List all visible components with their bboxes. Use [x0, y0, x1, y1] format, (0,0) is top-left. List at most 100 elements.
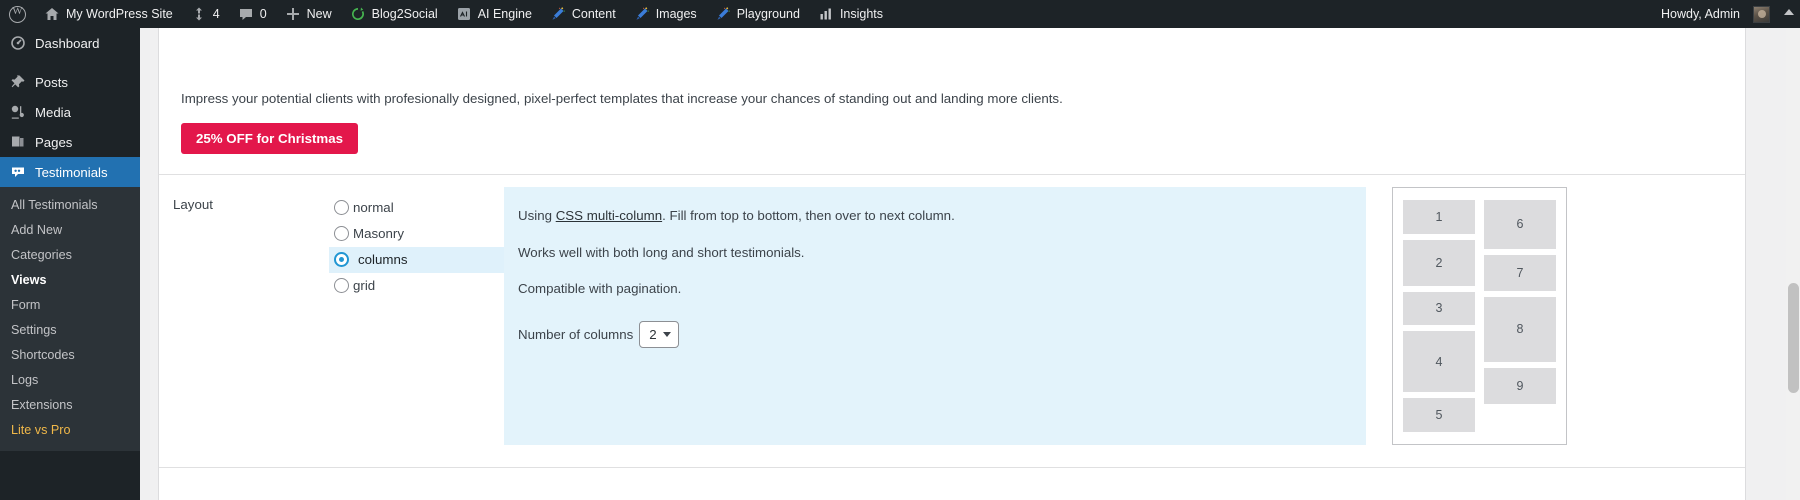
wordpress-logo-icon — [9, 6, 26, 23]
sidebar-label-posts: Posts — [35, 75, 68, 90]
insights-button[interactable]: Insights — [809, 0, 892, 28]
css-multi-column-link[interactable]: CSS multi-column — [556, 208, 662, 223]
layout-option-masonry[interactable]: Masonry — [329, 221, 504, 247]
pages-icon — [10, 134, 26, 150]
sidebar-label-pages: Pages — [35, 135, 72, 150]
content-button[interactable]: Content — [541, 0, 625, 28]
plus-icon — [285, 6, 301, 22]
submenu-logs[interactable]: Logs — [0, 368, 140, 393]
ai-engine-button[interactable]: AI Engine — [447, 0, 541, 28]
page-scrollbar[interactable] — [1786, 28, 1800, 500]
layout-preview-box: 1 2 3 4 5 6 7 8 9 — [1392, 187, 1567, 445]
comments-button[interactable]: 0 — [229, 0, 276, 28]
new-content-button[interactable]: New — [276, 0, 341, 28]
chevron-down-icon — [663, 332, 671, 337]
preview-block: 1 — [1403, 200, 1475, 234]
submenu-all-testimonials[interactable]: All Testimonials — [0, 193, 140, 218]
submenu-extensions[interactable]: Extensions — [0, 393, 140, 418]
radio-icon — [334, 278, 349, 293]
sidebar-item-posts[interactable]: Posts — [0, 67, 140, 97]
updates-button[interactable]: 4 — [182, 0, 229, 28]
christmas-offer-button[interactable]: 25% OFF for Christmas — [181, 123, 358, 154]
submenu-lite-vs-pro[interactable]: Lite vs Pro — [0, 418, 140, 443]
dashboard-icon — [10, 35, 26, 51]
sidebar-label-dashboard: Dashboard — [35, 36, 100, 51]
images-label: Images — [656, 8, 697, 21]
howdy-label: Howdy, Admin — [1661, 8, 1740, 21]
preview-block: 7 — [1484, 255, 1556, 291]
sidebar-item-media[interactable]: Media — [0, 97, 140, 127]
radio-selected-icon — [334, 252, 349, 267]
submenu-categories[interactable]: Categories — [0, 243, 140, 268]
admin-sidebar-menu: Dashboard Posts Media Pages Testimonials… — [0, 28, 140, 500]
sidebar-item-dashboard[interactable]: Dashboard — [0, 28, 140, 58]
comment-icon — [238, 6, 254, 22]
main-content-area: Impress your potential clients with prof… — [140, 28, 1800, 500]
layout-option-normal-label: normal — [353, 200, 394, 215]
layout-option-masonry-label: Masonry — [353, 226, 404, 241]
preview-block: 3 — [1403, 292, 1475, 326]
site-name-button[interactable]: My WordPress Site — [35, 0, 182, 28]
images-button[interactable]: Images — [625, 0, 706, 28]
promo-banner: Impress your potential clients with prof… — [159, 28, 1745, 174]
playground-button[interactable]: Playground — [706, 0, 809, 28]
sidebar-item-pages[interactable]: Pages — [0, 127, 140, 157]
layout-settings-row: Layout normal Masonry columns grid — [159, 175, 1745, 467]
info-line-3: Compatible with pagination. — [518, 280, 1344, 299]
preview-column-right: 6 7 8 9 — [1484, 200, 1556, 432]
blog2social-label: Blog2Social — [372, 8, 438, 21]
number-of-columns-value: 2 — [649, 327, 656, 342]
preview-column-left: 1 2 3 4 5 — [1403, 200, 1475, 432]
radio-icon — [334, 200, 349, 215]
info-line-1-suffix: . Fill from top to bottom, then over to … — [662, 208, 955, 223]
sidebar-label-media: Media — [35, 105, 71, 120]
wordpress-logo-button[interactable] — [0, 0, 35, 28]
sparkle-icon — [550, 6, 566, 22]
layout-option-grid[interactable]: grid — [329, 273, 504, 299]
content-label: Content — [572, 8, 616, 21]
posts-pin-icon — [10, 74, 26, 90]
layout-option-columns[interactable]: columns — [329, 247, 504, 273]
submenu-shortcodes[interactable]: Shortcodes — [0, 343, 140, 368]
views-settings-card: Impress your potential clients with prof… — [158, 28, 1746, 500]
radio-icon — [334, 226, 349, 241]
insights-label: Insights — [840, 8, 883, 21]
avatar — [1753, 6, 1770, 23]
playground-label: Playground — [737, 8, 800, 21]
sparkle-icon — [715, 6, 731, 22]
info-line-2: Works well with both long and short test… — [518, 244, 1344, 263]
sidebar-item-testimonials[interactable]: Testimonials — [0, 157, 140, 187]
preview-block: 8 — [1484, 297, 1556, 362]
insights-bars-icon — [818, 6, 834, 22]
submenu-form[interactable]: Form — [0, 293, 140, 318]
blog2social-button[interactable]: Blog2Social — [341, 0, 447, 28]
ai-engine-label: AI Engine — [478, 8, 532, 21]
updates-count: 4 — [213, 8, 220, 21]
number-of-columns-select[interactable]: 2 — [639, 321, 678, 348]
collapse-arrow-icon[interactable] — [1784, 9, 1794, 15]
comments-count: 0 — [260, 8, 267, 21]
submenu-views[interactable]: Views — [0, 268, 140, 293]
media-icon — [10, 104, 26, 120]
layout-preview: 1 2 3 4 5 6 7 8 9 — [1392, 187, 1567, 445]
home-icon — [44, 6, 60, 22]
layout-radio-group: normal Masonry columns grid — [329, 193, 504, 299]
info-line-1: Using CSS multi-column. Fill from top to… — [518, 207, 1344, 226]
layout-option-grid-label: grid — [353, 278, 375, 293]
scrollbar-thumb[interactable] — [1788, 283, 1799, 393]
testimonials-submenu: All Testimonials Add New Categories View… — [0, 187, 140, 451]
promo-body: Impress your potential clients with prof… — [159, 81, 1745, 174]
layout-option-normal[interactable]: normal — [329, 195, 504, 221]
testimonials-icon — [10, 164, 26, 180]
submenu-settings[interactable]: Settings — [0, 318, 140, 343]
account-menu[interactable]: Howdy, Admin — [1652, 0, 1800, 28]
submenu-add-new[interactable]: Add New — [0, 218, 140, 243]
sidebar-separator — [0, 58, 140, 67]
layout-info-panel: Using CSS multi-column. Fill from top to… — [504, 187, 1366, 445]
ai-engine-icon — [456, 6, 472, 22]
info-line-1-prefix: Using — [518, 208, 556, 223]
layout-field-label: Layout — [159, 193, 329, 212]
number-of-columns-row: Number of columns 2 — [518, 321, 1344, 348]
preview-block: 6 — [1484, 200, 1556, 249]
preview-block: 2 — [1403, 240, 1475, 286]
